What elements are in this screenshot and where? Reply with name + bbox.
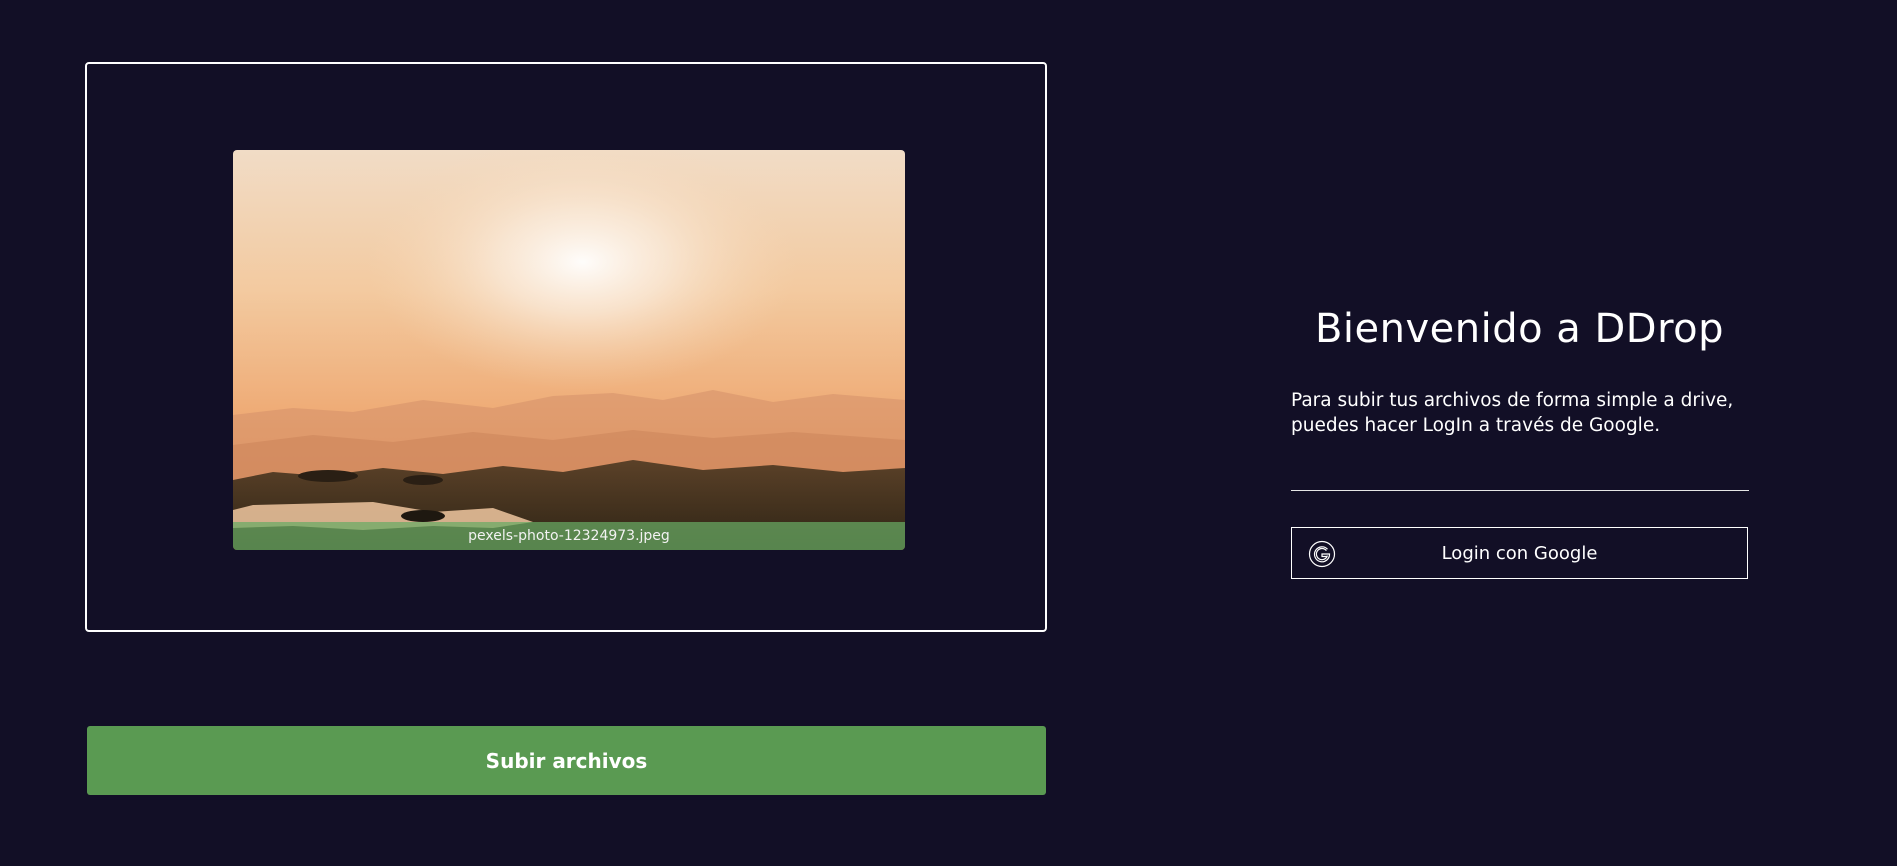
file-dropzone[interactable]: pexels-photo-12324973.jpeg [85, 62, 1047, 632]
welcome-description-line1: Para subir tus archivos de forma simple … [1291, 390, 1734, 411]
divider [1291, 490, 1749, 491]
google-login-button[interactable]: Login con Google [1291, 527, 1748, 579]
welcome-description: Para subir tus archivos de forma simple … [1291, 388, 1761, 438]
google-login-label: Login con Google [1441, 542, 1598, 564]
upload-files-button[interactable]: Subir archivos [87, 726, 1046, 795]
file-name-bar: pexels-photo-12324973.jpeg [233, 522, 905, 550]
welcome-description-line2: puedes hacer LogIn a través de Google. [1291, 415, 1661, 436]
image-preview: pexels-photo-12324973.jpeg [233, 150, 905, 550]
file-name: pexels-photo-12324973.jpeg [468, 528, 670, 544]
welcome-title: Bienvenido a DDrop [1314, 306, 1725, 352]
google-icon [1308, 540, 1336, 568]
preview-image [233, 150, 905, 550]
page: pexels-photo-12324973.jpeg Subir archivo… [0, 0, 1897, 866]
